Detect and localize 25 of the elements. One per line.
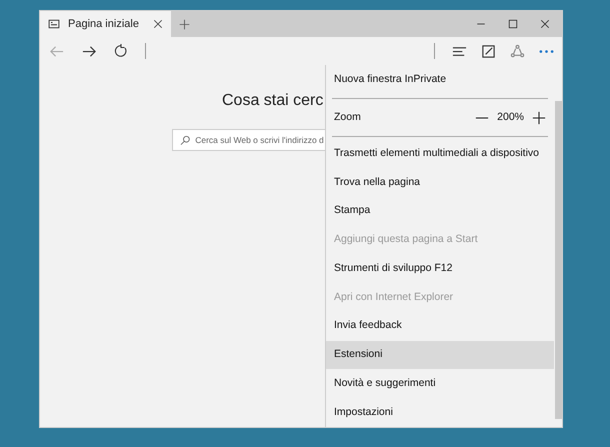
menu-item[interactable]: Novità e suggerimenti xyxy=(326,369,554,398)
menu-item[interactable]: Trova nella pagina xyxy=(326,168,554,197)
close-icon[interactable] xyxy=(153,19,163,29)
forward-arrow-icon[interactable] xyxy=(82,44,97,58)
menu-item[interactable]: Impostazioni xyxy=(326,398,554,427)
zoom-label: Zoom xyxy=(334,110,362,125)
browser-tab[interactable]: Pagina iniziale xyxy=(40,11,171,37)
refresh-icon[interactable] xyxy=(114,44,128,58)
share-icon[interactable] xyxy=(510,44,525,58)
menu-item[interactable]: Strumenti di sviluppo F12 xyxy=(326,254,554,284)
menu-item[interactable]: Stampa xyxy=(326,196,554,226)
zoom-in-icon[interactable] xyxy=(532,110,546,125)
zoom-level: 200% xyxy=(497,110,524,125)
page-icon xyxy=(48,18,60,30)
menu-item[interactable]: Invia feedback xyxy=(326,312,554,341)
close-icon[interactable] xyxy=(540,19,550,29)
menu-item[interactable]: Estensioni xyxy=(326,340,554,370)
pen-square-icon[interactable] xyxy=(481,44,496,58)
search-icon xyxy=(180,134,190,146)
tab-title: Pagina iniziale xyxy=(68,16,140,32)
maximize-icon[interactable] xyxy=(508,19,518,29)
new-tab-icon[interactable] xyxy=(178,18,190,30)
menu-item[interactable]: Nuova finestra InPrivate xyxy=(326,65,554,96)
menu-item[interactable]: Trasmetti elementi multimediali a dispositivo xyxy=(326,139,554,168)
page-heading: Cosa stai cerc xyxy=(222,91,324,111)
